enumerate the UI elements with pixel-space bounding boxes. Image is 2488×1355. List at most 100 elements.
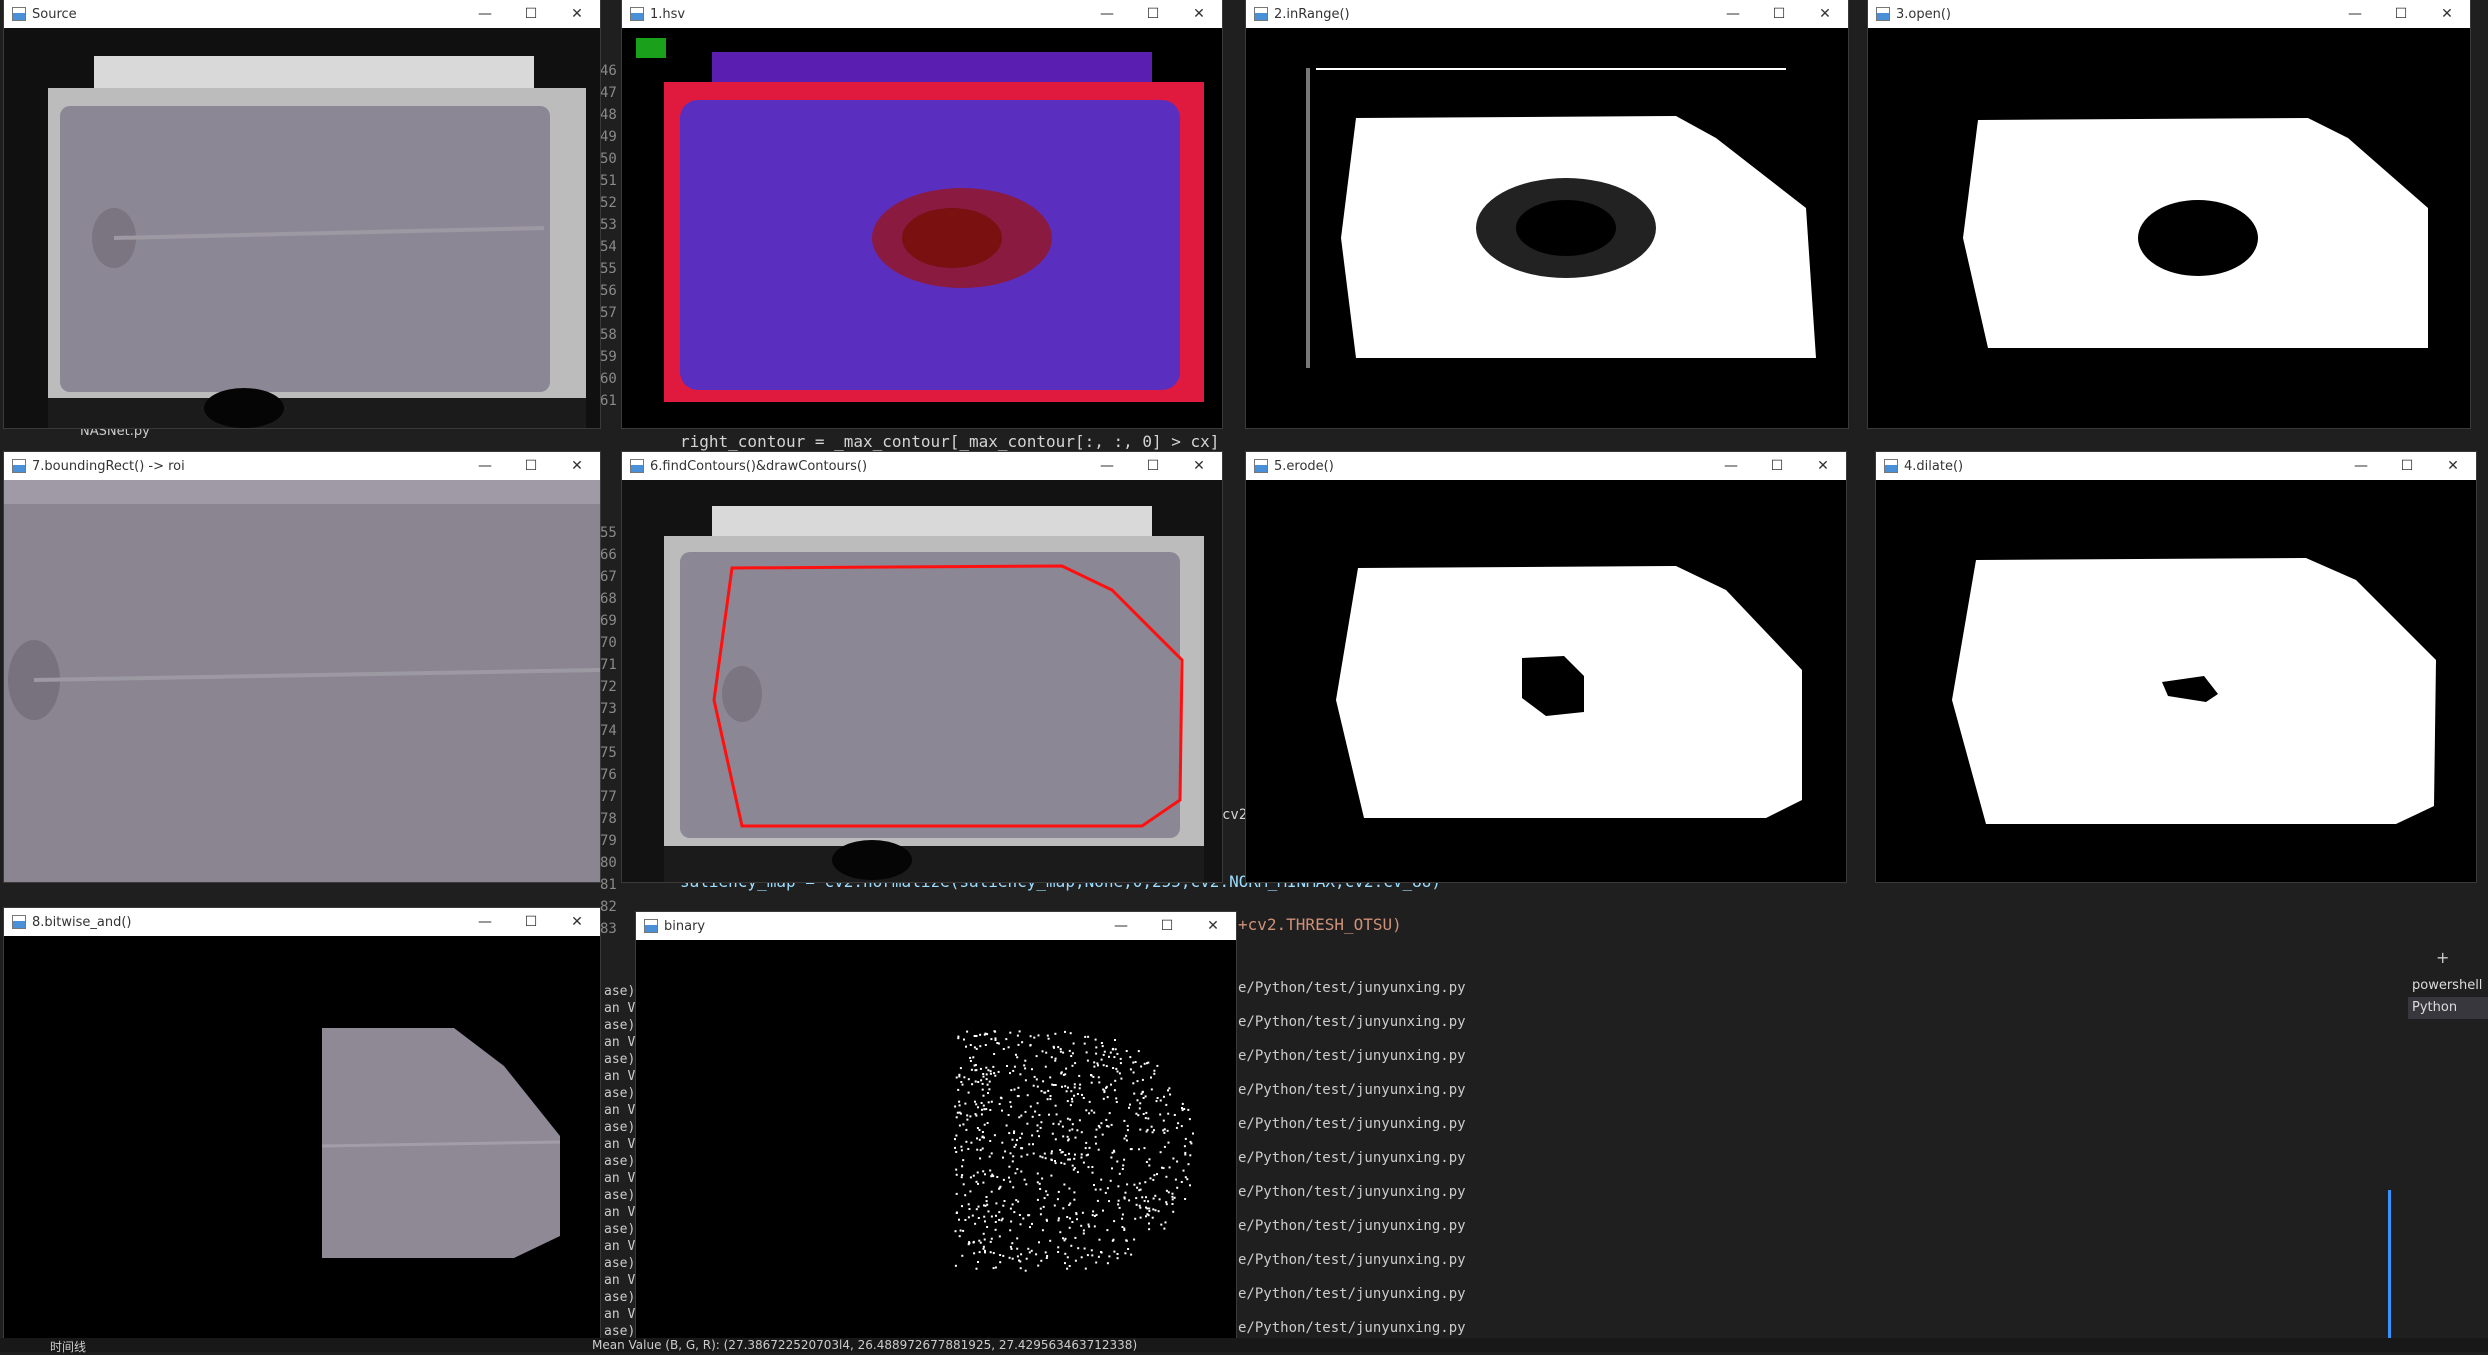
binary-pixel [1010, 1089, 1013, 1092]
maximize-icon[interactable]: ☐ [1130, 452, 1176, 480]
binary-pixel [1071, 1064, 1074, 1067]
window-open-titlebar[interactable]: 3.open() — ☐ ✕ [1868, 0, 2470, 28]
maximize-icon[interactable]: ☐ [508, 452, 554, 480]
binary-pixel [1035, 1078, 1038, 1081]
window-open[interactable]: 3.open() — ☐ ✕ [1868, 0, 2470, 428]
maximize-icon[interactable]: ☐ [508, 908, 554, 936]
close-icon[interactable]: ✕ [554, 452, 600, 480]
minimize-icon[interactable]: — [2332, 0, 2378, 28]
window-bitwise[interactable]: 8.bitwise_and() — ☐ ✕ [4, 908, 600, 1344]
binary-pixel [1027, 1247, 1030, 1250]
minimize-icon[interactable]: — [1710, 0, 1756, 28]
window-inrange-titlebar[interactable]: 2.inRange() — ☐ ✕ [1246, 0, 1848, 28]
window-erode[interactable]: 5.erode() — ☐ ✕ [1246, 452, 1846, 882]
binary-pixel [974, 1113, 977, 1116]
window-title: 8.bitwise_and() [32, 914, 132, 930]
window-hsv[interactable]: 1.hsv — ☐ ✕ [622, 0, 1222, 428]
status-outline[interactable]: 时间线 [50, 1338, 86, 1355]
terminal-add-button[interactable]: + [2436, 948, 2449, 967]
window-bitwise-titlebar[interactable]: 8.bitwise_and() — ☐ ✕ [4, 908, 600, 936]
close-icon[interactable]: ✕ [1176, 0, 1222, 28]
maximize-icon[interactable]: ☐ [1130, 0, 1176, 28]
binary-pixel [1082, 1232, 1085, 1235]
binary-pixel [1184, 1176, 1187, 1179]
binary-pixel [984, 1220, 986, 1223]
binary-pixel [1009, 1101, 1012, 1104]
maximize-icon[interactable]: ☐ [1754, 452, 1800, 480]
window-contours[interactable]: 6.findContours()&drawContours() — ☐ ✕ [622, 452, 1222, 882]
minimize-icon[interactable]: — [2338, 452, 2384, 480]
binary-pixel [1049, 1076, 1052, 1079]
maximize-icon[interactable]: ☐ [2384, 452, 2430, 480]
minimize-icon[interactable]: — [1098, 912, 1144, 940]
close-icon[interactable]: ✕ [1190, 912, 1236, 940]
binary-pixel [955, 1168, 958, 1171]
close-icon[interactable]: ✕ [1800, 452, 1846, 480]
window-erode-titlebar[interactable]: 5.erode() — ☐ ✕ [1246, 452, 1846, 480]
binary-pixel [1009, 1229, 1012, 1232]
binary-pixel [1057, 1246, 1060, 1249]
maximize-icon[interactable]: ☐ [2378, 0, 2424, 28]
binary-pixel [1050, 1174, 1053, 1177]
binary-pixel [1136, 1099, 1139, 1102]
binary-pixel [1036, 1130, 1039, 1133]
binary-pixel [1135, 1203, 1138, 1206]
window-binary[interactable]: binary — ☐ ✕ [636, 912, 1236, 1350]
close-icon[interactable]: ✕ [2424, 0, 2470, 28]
minimize-icon[interactable]: — [1708, 452, 1754, 480]
binary-pixel [1015, 1199, 1018, 1202]
code-thresh[interactable]: +cv2.THRESH_OTSU) [1238, 915, 1402, 934]
binary-pixel [994, 1221, 997, 1223]
binary-pixel [1015, 1053, 1017, 1056]
close-icon[interactable]: ✕ [554, 908, 600, 936]
close-icon[interactable]: ✕ [1176, 452, 1222, 480]
binary-pixel [1168, 1087, 1171, 1090]
terminal-scrollbar[interactable] [2388, 1190, 2391, 1350]
window-binary-titlebar[interactable]: binary — ☐ ✕ [636, 912, 1236, 940]
window-dilate-titlebar[interactable]: 4.dilate() — ☐ ✕ [1876, 452, 2476, 480]
maximize-icon[interactable]: ☐ [1144, 912, 1190, 940]
binary-pixel [1105, 1085, 1108, 1088]
line-number: 58 [600, 327, 617, 343]
window-source[interactable]: Source — ☐ ✕ [4, 0, 600, 428]
terminal-tab-python[interactable]: Python [2408, 997, 2488, 1019]
window-roi[interactable]: 7.boundingRect() -> roi — ☐ ✕ [4, 452, 600, 882]
close-icon[interactable]: ✕ [554, 0, 600, 28]
line-number: 77 [600, 789, 617, 805]
binary-pixel [1012, 1186, 1015, 1189]
binary-pixel [1116, 1070, 1119, 1073]
binary-pixel [1013, 1065, 1016, 1068]
window-dilate[interactable]: 4.dilate() — ☐ ✕ [1876, 452, 2476, 882]
window-contours-titlebar[interactable]: 6.findContours()&drawContours() — ☐ ✕ [622, 452, 1222, 480]
code-right-contour[interactable]: right_contour = _max_contour[_max_contou… [680, 432, 1219, 451]
binary-pixel [1072, 1042, 1075, 1045]
binary-pixel [1111, 1151, 1114, 1154]
line-number: 82 [600, 899, 617, 915]
window-inrange[interactable]: 2.inRange() — ☐ ✕ [1246, 0, 1848, 428]
maximize-icon[interactable]: ☐ [508, 0, 554, 28]
binary-pixel [984, 1249, 986, 1252]
binary-pixel [1043, 1197, 1046, 1200]
binary-pixel [995, 1202, 998, 1205]
window-hsv-titlebar[interactable]: 1.hsv — ☐ ✕ [622, 0, 1222, 28]
close-icon[interactable]: ✕ [1802, 0, 1848, 28]
binary-pixel [1106, 1262, 1109, 1265]
binary-pixel [1060, 1161, 1063, 1164]
binary-pixel [1108, 1255, 1111, 1258]
binary-pixel [1147, 1117, 1150, 1120]
minimize-icon[interactable]: — [1084, 0, 1130, 28]
minimize-icon[interactable]: — [462, 452, 508, 480]
minimize-icon[interactable]: — [462, 0, 508, 28]
binary-pixel [958, 1104, 961, 1107]
minimize-icon[interactable]: — [462, 908, 508, 936]
binary-pixel [1151, 1216, 1154, 1219]
binary-pixel [982, 1073, 985, 1075]
binary-pixel [1088, 1100, 1091, 1103]
terminal-tab-powershell[interactable]: powershell [2408, 975, 2488, 997]
binary-pixel [1057, 1251, 1060, 1253]
maximize-icon[interactable]: ☐ [1756, 0, 1802, 28]
close-icon[interactable]: ✕ [2430, 452, 2476, 480]
minimize-icon[interactable]: — [1084, 452, 1130, 480]
window-roi-titlebar[interactable]: 7.boundingRect() -> roi — ☐ ✕ [4, 452, 600, 480]
window-source-titlebar[interactable]: Source — ☐ ✕ [4, 0, 600, 28]
